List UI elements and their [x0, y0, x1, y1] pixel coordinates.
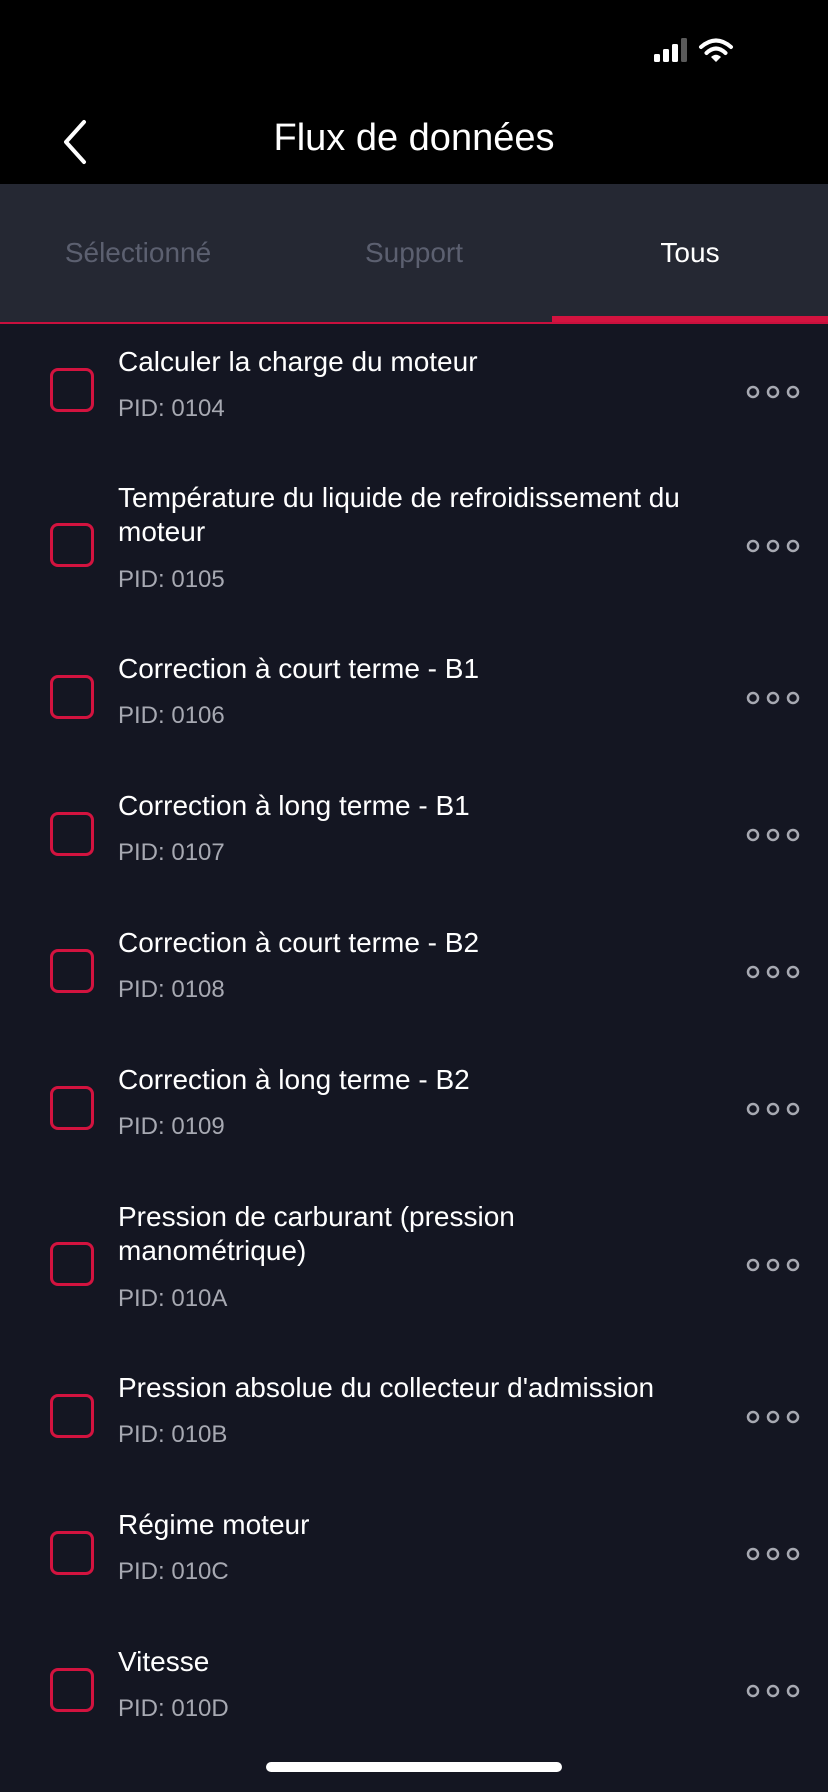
checkbox[interactable]	[50, 1394, 94, 1438]
checkbox[interactable]	[50, 812, 94, 856]
more-horizontal-icon	[746, 1258, 800, 1272]
checkbox[interactable]	[50, 1086, 94, 1130]
home-indicator	[266, 1762, 562, 1772]
more-options-button[interactable]	[746, 962, 800, 982]
checkbox[interactable]	[50, 368, 94, 412]
list-item: Régime moteur PID: 010C	[0, 1488, 828, 1625]
cellular-signal-icon	[654, 38, 687, 62]
more-horizontal-icon	[746, 965, 800, 979]
more-horizontal-icon	[746, 828, 800, 842]
active-tab-indicator	[552, 316, 828, 322]
item-pid: PID: 010A	[118, 1285, 228, 1312]
item-pid: PID: 0106	[118, 702, 225, 729]
tab-supported[interactable]: Support	[276, 184, 552, 322]
item-name: Correction à long terme - B2	[118, 1064, 470, 1095]
page-title: Flux de données	[273, 117, 555, 159]
more-options-button[interactable]	[746, 382, 800, 402]
item-pid: PID: 0107	[118, 839, 225, 866]
item-pid: PID: 0105	[118, 566, 225, 593]
more-horizontal-icon	[746, 1547, 800, 1561]
item-pid: PID: 010B	[118, 1421, 228, 1448]
more-options-button[interactable]	[746, 1255, 800, 1275]
item-name: Correction à court terme - B1	[118, 653, 480, 684]
wifi-icon	[699, 38, 733, 62]
item-name: Pression absolue du collecteur d'admissi…	[118, 1372, 655, 1403]
more-options-button[interactable]	[746, 1544, 800, 1564]
item-name: Température du liquide de refroidissemen…	[118, 482, 680, 547]
list-item: Vitesse PID: 010D	[0, 1625, 828, 1762]
navigation-bar: Flux de données	[0, 100, 828, 184]
item-name: Vitesse	[118, 1646, 210, 1677]
more-options-button[interactable]	[746, 825, 800, 845]
more-options-button[interactable]	[746, 1099, 800, 1119]
tab-all[interactable]: Tous	[552, 184, 828, 322]
more-options-button[interactable]	[746, 1681, 800, 1701]
list-item: Correction à long terme - B1 PID: 0107	[0, 769, 828, 906]
more-options-button[interactable]	[746, 1407, 800, 1427]
tab-selected[interactable]: Sélectionné	[0, 184, 276, 322]
more-horizontal-icon	[746, 1102, 800, 1116]
list-item: Correction à long terme - B2 PID: 0109	[0, 1043, 828, 1180]
item-name: Régime moteur	[118, 1509, 310, 1540]
data-stream-list: Calculer la charge du moteur PID: 0104 T…	[0, 324, 828, 1792]
more-horizontal-icon	[746, 1410, 800, 1424]
tab-bar: Sélectionné Support Tous	[0, 184, 828, 324]
checkbox[interactable]	[50, 1668, 94, 1712]
list-item: Pression absolue du collecteur d'admissi…	[0, 1351, 828, 1488]
item-pid: PID: 010D	[118, 1695, 229, 1722]
item-pid: PID: 0109	[118, 1113, 225, 1140]
item-name: Pression de carburant (pression manométr…	[118, 1201, 515, 1266]
more-horizontal-icon	[746, 385, 800, 399]
list-item: Correction à court terme - B2 PID: 0108	[0, 906, 828, 1043]
more-options-button[interactable]	[746, 688, 800, 708]
item-name: Correction à long terme - B1	[118, 790, 470, 821]
item-pid: PID: 0108	[118, 976, 225, 1003]
list-item: Calculer la charge du moteur PID: 0104	[0, 324, 828, 461]
more-horizontal-icon	[746, 1684, 800, 1698]
checkbox[interactable]	[50, 1242, 94, 1286]
item-pid: PID: 010C	[118, 1558, 229, 1585]
list-item: Correction à court terme - B1 PID: 0106	[0, 632, 828, 769]
status-bar	[0, 0, 828, 100]
checkbox[interactable]	[50, 523, 94, 567]
checkbox[interactable]	[50, 949, 94, 993]
checkbox[interactable]	[50, 1531, 94, 1575]
item-pid: PID: 0104	[118, 395, 225, 422]
list-item: Pression de carburant (pression manométr…	[0, 1180, 828, 1351]
more-horizontal-icon	[746, 691, 800, 705]
more-horizontal-icon	[746, 539, 800, 553]
more-options-button[interactable]	[746, 536, 800, 556]
list-item: Température du liquide de refroidissemen…	[0, 461, 828, 632]
item-name: Calculer la charge du moteur	[118, 346, 478, 377]
checkbox[interactable]	[50, 675, 94, 719]
item-name: Correction à court terme - B2	[118, 927, 480, 958]
